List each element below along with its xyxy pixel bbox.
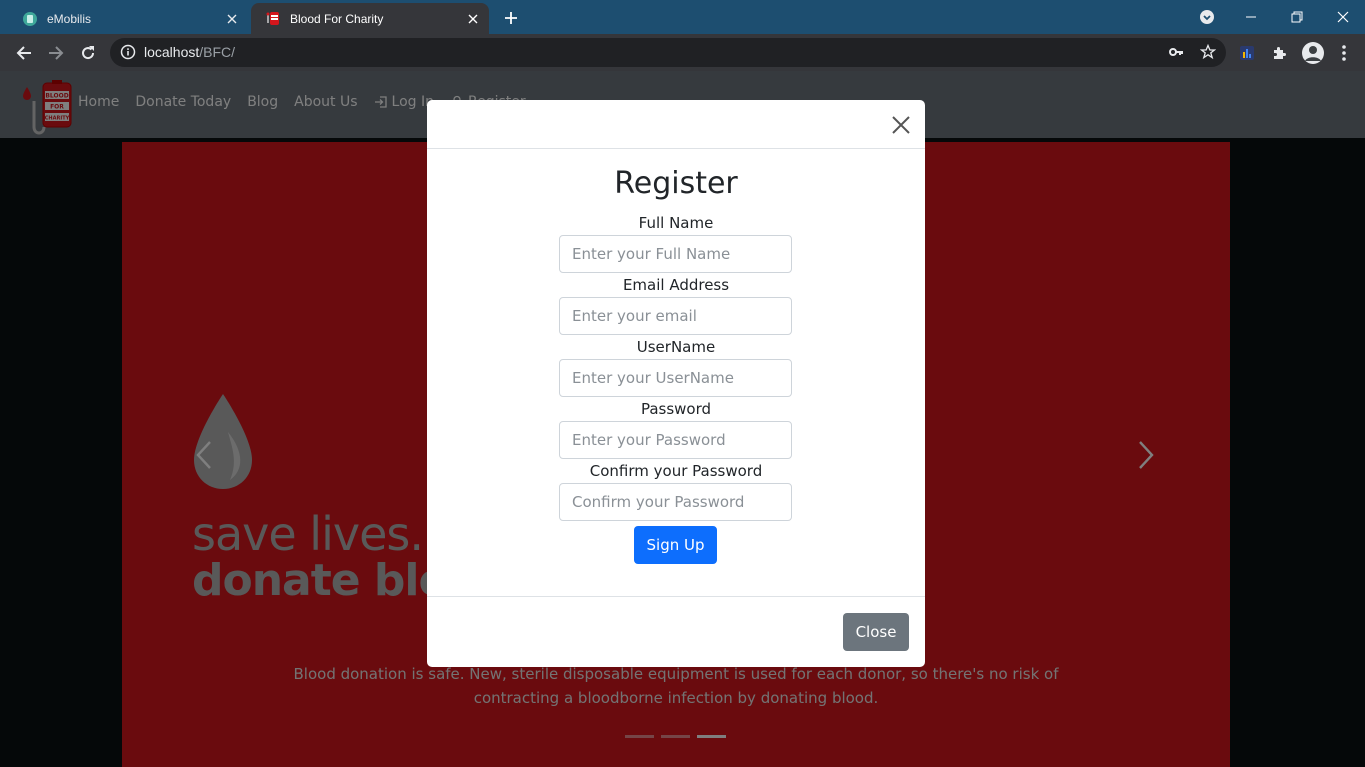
username-input[interactable] bbox=[559, 359, 792, 397]
confirm-password-input[interactable] bbox=[559, 483, 792, 521]
favicon-bfc-icon bbox=[265, 11, 281, 27]
url-path: /BFC/ bbox=[199, 44, 236, 60]
full-name-input[interactable] bbox=[559, 235, 792, 273]
tab-title: eMobilis bbox=[47, 11, 92, 26]
favicon-emobilis-icon bbox=[22, 11, 38, 27]
modal-header bbox=[427, 100, 925, 149]
forward-icon[interactable] bbox=[43, 40, 69, 66]
email-input[interactable] bbox=[559, 297, 792, 335]
url-text: localhost/BFC/ bbox=[144, 44, 235, 60]
key-icon[interactable] bbox=[1166, 42, 1186, 62]
password-input[interactable] bbox=[559, 421, 792, 459]
tab-search-icon[interactable] bbox=[1184, 0, 1230, 34]
email-label: Email Address bbox=[622, 276, 730, 294]
address-bar[interactable]: localhost/BFC/ bbox=[110, 38, 1226, 67]
browser-tab-strip: eMobilis Blood For Charity bbox=[0, 0, 1365, 34]
close-window-icon[interactable] bbox=[1320, 0, 1365, 34]
confirm-password-label: Confirm your Password bbox=[589, 462, 763, 480]
new-tab-icon[interactable] bbox=[500, 7, 522, 29]
reload-icon[interactable] bbox=[75, 40, 101, 66]
sign-up-button[interactable]: Sign Up bbox=[634, 526, 717, 564]
extensions-icon[interactable] bbox=[1269, 43, 1289, 63]
full-name-label: Full Name bbox=[638, 214, 714, 232]
modal-footer: Close bbox=[427, 596, 925, 667]
profile-avatar[interactable] bbox=[1301, 41, 1325, 65]
url-host: localhost bbox=[144, 44, 200, 60]
back-icon[interactable] bbox=[11, 40, 37, 66]
close-icon[interactable] bbox=[890, 114, 912, 136]
modal-title: Register bbox=[614, 166, 738, 201]
register-modal: Register Full Name Email Address UserNam… bbox=[427, 100, 925, 667]
tab-blood-for-charity[interactable]: Blood For Charity bbox=[251, 3, 489, 34]
restore-icon[interactable] bbox=[1274, 0, 1320, 34]
star-icon[interactable] bbox=[1198, 42, 1218, 62]
tab-emobilis[interactable]: eMobilis bbox=[8, 3, 248, 34]
close-button[interactable]: Close bbox=[843, 613, 909, 651]
minimize-icon[interactable] bbox=[1228, 0, 1274, 34]
tab-title: Blood For Charity bbox=[290, 11, 384, 26]
password-label: Password bbox=[640, 400, 712, 418]
close-tab-icon[interactable] bbox=[222, 9, 242, 29]
analytics-extension-icon[interactable] bbox=[1237, 43, 1257, 63]
close-tab-icon[interactable] bbox=[463, 9, 483, 29]
username-label: UserName bbox=[636, 338, 716, 356]
menu-icon[interactable] bbox=[1334, 43, 1354, 63]
browser-toolbar: localhost/BFC/ bbox=[0, 34, 1365, 71]
info-icon[interactable] bbox=[120, 44, 136, 60]
